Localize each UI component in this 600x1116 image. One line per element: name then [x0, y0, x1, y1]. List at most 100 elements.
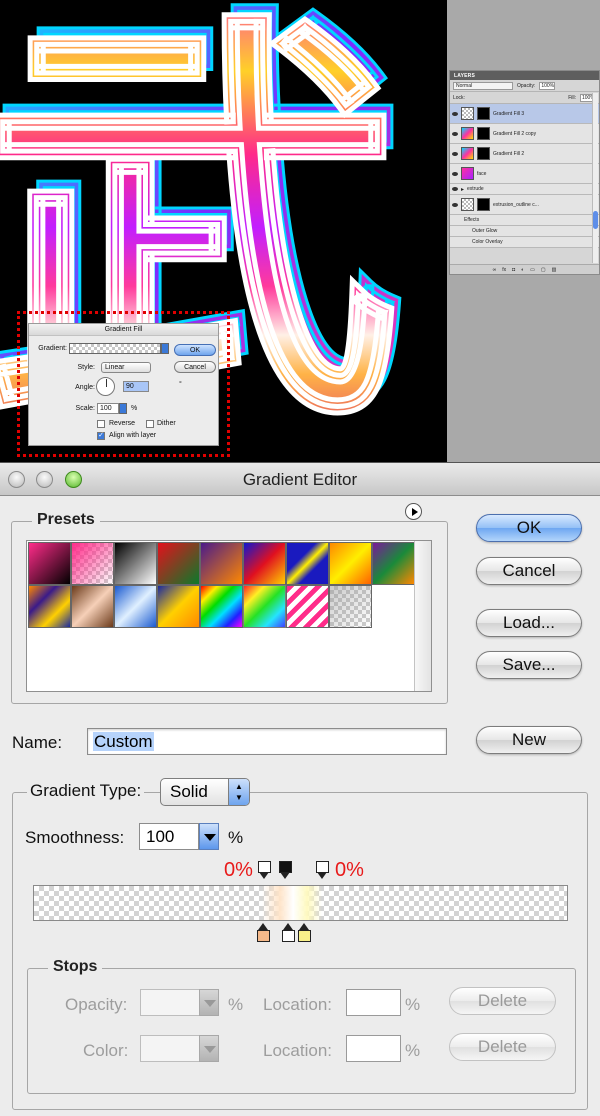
color-stop[interactable]: [282, 923, 295, 943]
opacity-stop-annotation-left: 0%: [224, 859, 253, 881]
layer-row[interactable]: Gradient Fill 3: [450, 104, 599, 124]
opacity-stop[interactable]: [279, 861, 292, 881]
new-layer-icon[interactable]: ▢: [541, 267, 546, 273]
stop-opacity-input[interactable]: [140, 989, 200, 1016]
preset-swatch[interactable]: [71, 585, 114, 628]
presets-group: Presets: [11, 511, 448, 704]
eye-icon[interactable]: [452, 151, 458, 156]
eye-icon[interactable]: [452, 111, 458, 116]
scrollbar-thumb[interactable]: [593, 211, 598, 229]
delete-color-stop-button[interactable]: Delete: [449, 1033, 556, 1061]
layer-mask-thumbnail: [477, 107, 490, 120]
preset-swatch[interactable]: [200, 542, 243, 585]
blend-mode-select[interactable]: Normal: [453, 81, 513, 90]
stop-opacity-location-input[interactable]: [346, 989, 401, 1016]
layer-thumbnail: [461, 147, 474, 160]
folder-icon[interactable]: ▭: [530, 267, 535, 273]
eye-icon[interactable]: [452, 171, 458, 176]
layer-name: Gradient Fill 2 copy: [493, 130, 537, 137]
eye-icon[interactable]: [452, 131, 458, 136]
name-input[interactable]: Custom: [87, 728, 447, 755]
window-title: Gradient Editor: [242, 470, 358, 489]
effect-row[interactable]: Outer Glow: [450, 226, 599, 237]
load-button[interactable]: Load...: [476, 609, 582, 637]
trash-icon[interactable]: ▥: [552, 267, 557, 273]
stop-color-swatch[interactable]: [140, 1035, 200, 1062]
save-button[interactable]: Save...: [476, 651, 582, 679]
layer-name: extrude: [467, 186, 484, 192]
preset-swatch[interactable]: [243, 585, 286, 628]
stop-color-dropdown-button[interactable]: [199, 1035, 219, 1062]
effects-row[interactable]: Effects: [450, 215, 599, 226]
layer-group-row[interactable]: ▸ extrude: [450, 184, 599, 195]
stop-color-location-label: Location:: [263, 1041, 332, 1060]
stop-opacity-location-label: Location:: [263, 995, 332, 1014]
layer-row[interactable]: face: [450, 164, 599, 184]
effect-row[interactable]: Color Overlay: [450, 237, 599, 248]
adjustment-icon[interactable]: ◐: [521, 267, 524, 273]
smoothness-input[interactable]: 100: [139, 823, 199, 850]
layer-row[interactable]: Gradient Fill 2: [450, 144, 599, 164]
link-icon[interactable]: ∞: [493, 267, 497, 273]
mask-icon[interactable]: ◘: [512, 267, 515, 273]
gradient-editor-window: Gradient Editor Presets OK Cancel Load..: [0, 462, 600, 1116]
layer-name: Effects: [464, 217, 480, 223]
stop-color-location-input[interactable]: [346, 1035, 401, 1062]
fx-icon[interactable]: fx: [502, 267, 506, 273]
preset-swatch[interactable]: [243, 542, 286, 585]
lock-label: Lock:: [453, 94, 465, 101]
layer-name: Color Overlay: [472, 239, 503, 245]
layer-thumbnail: [461, 107, 474, 120]
presets-legend: Presets: [32, 511, 100, 529]
layer-thumbnail: [461, 167, 474, 180]
presets-grid: [26, 540, 432, 692]
preset-swatch[interactable]: [157, 542, 200, 585]
preset-swatch[interactable]: [71, 542, 114, 585]
layers-toolbar: ∞ fx ◘ ◐ ▭ ▢ ▥: [450, 264, 599, 274]
delete-opacity-stop-button[interactable]: Delete: [449, 987, 556, 1015]
preset-swatch[interactable]: [329, 542, 372, 585]
presets-menu-icon[interactable]: [405, 503, 422, 520]
preset-swatch[interactable]: [28, 542, 71, 585]
layer-name: extrusion_outline c...: [493, 201, 539, 208]
opacity-input[interactable]: 100%: [539, 81, 556, 90]
cancel-button[interactable]: Cancel: [476, 557, 582, 585]
preset-swatch[interactable]: [372, 542, 415, 585]
stop-opacity-dropdown-button[interactable]: [199, 989, 219, 1016]
eye-icon[interactable]: [452, 187, 458, 191]
window-titlebar[interactable]: Gradient Editor: [0, 463, 600, 496]
annotation-highlight-box: [17, 311, 230, 457]
smoothness-dropdown-button[interactable]: [199, 823, 219, 850]
new-button[interactable]: New: [476, 726, 582, 754]
preset-swatch[interactable]: [329, 585, 372, 628]
gradient-type-select[interactable]: Solid ▲ ▼: [160, 778, 250, 806]
layer-mask-thumbnail: [477, 127, 490, 140]
preset-swatch[interactable]: [114, 542, 157, 585]
layer-row[interactable]: Gradient Fill 2 copy: [450, 124, 599, 144]
preset-swatch[interactable]: [28, 585, 71, 628]
fill-label: Fill:: [568, 94, 576, 101]
ok-button[interactable]: OK: [476, 514, 582, 542]
stop-color-location-unit: %: [405, 1041, 421, 1060]
stops-legend: Stops: [48, 958, 103, 976]
stop-opacity-location-unit: %: [405, 995, 421, 1014]
folder-icon: ▸: [461, 186, 465, 193]
opacity-stop[interactable]: [316, 861, 329, 881]
layers-tab[interactable]: LAYERS: [450, 71, 599, 80]
eye-icon[interactable]: [452, 202, 458, 207]
layer-name: Outer Glow: [472, 228, 498, 234]
gradient-preview-bar[interactable]: [33, 885, 568, 921]
preset-swatch[interactable]: [286, 585, 329, 628]
preset-swatch[interactable]: [157, 585, 200, 628]
preset-swatch[interactable]: [286, 542, 329, 585]
preset-swatch[interactable]: [114, 585, 157, 628]
layer-row[interactable]: extrusion_outline c...: [450, 195, 599, 215]
presets-scrollbar[interactable]: [414, 541, 431, 691]
opacity-stop[interactable]: [258, 861, 271, 881]
name-input-value: Custom: [93, 732, 154, 751]
color-stop[interactable]: [257, 923, 270, 943]
layers-scrollbar[interactable]: [592, 93, 598, 263]
color-stop[interactable]: [298, 923, 311, 943]
gradient-glow: [262, 886, 322, 920]
preset-swatch[interactable]: [200, 585, 243, 628]
